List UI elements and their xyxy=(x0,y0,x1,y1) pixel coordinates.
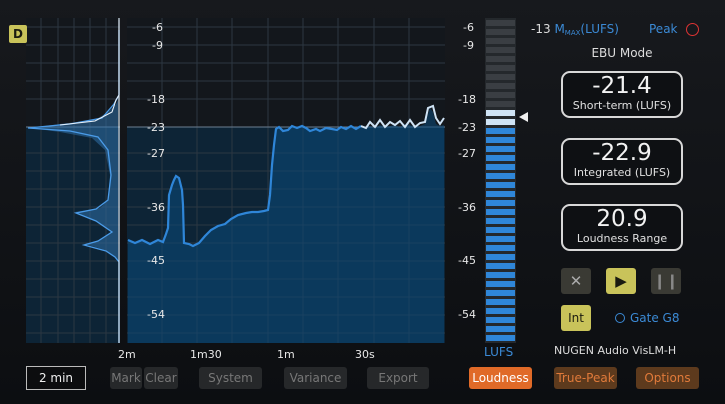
peak-indicator-icon[interactable] xyxy=(686,23,699,36)
scale-left-label: -54 xyxy=(147,308,165,321)
d-badge[interactable]: D xyxy=(9,25,27,43)
scale-right-label: -27 xyxy=(458,147,476,160)
scale-right-label: -9 xyxy=(463,39,474,52)
mode-label: EBU Mode xyxy=(591,46,653,60)
meter-unit-label: LUFS xyxy=(484,345,513,359)
scale-left-label: -45 xyxy=(147,254,165,267)
scale-left-label: -18 xyxy=(147,93,165,106)
scale-left-label: -9 xyxy=(152,39,163,52)
target-pointer-icon xyxy=(519,112,528,122)
integrated-value: -22.9 xyxy=(592,140,652,166)
time-label: 1m30 xyxy=(190,348,222,361)
range-readout: 20.9 Loudness Range xyxy=(561,204,683,251)
scale-left-label: -36 xyxy=(147,201,165,214)
stop-button[interactable]: ✕ xyxy=(561,268,591,294)
time-range-select[interactable]: 2 min xyxy=(26,366,86,390)
time-axis: 2m 1m30 1m 30s xyxy=(118,348,375,361)
export-button[interactable]: Export xyxy=(367,367,429,389)
meter-scale: -6 -9 -18 -23 -27 -36 -45 -54 xyxy=(458,21,476,321)
time-label: 1m xyxy=(277,348,295,361)
scale-right-label: -23 xyxy=(458,121,476,134)
range-caption: Loudness Range xyxy=(576,232,668,245)
short-term-caption: Short-term (LUFS) xyxy=(572,99,672,112)
options-tab[interactable]: Options xyxy=(636,367,699,389)
int-button[interactable]: Int xyxy=(561,305,591,331)
loudness-tab[interactable]: Loudness xyxy=(469,367,532,389)
scale-left-label: -23 xyxy=(147,121,165,134)
time-label: 30s xyxy=(355,348,375,361)
gate-label: Gate G8 xyxy=(630,311,680,325)
system-button[interactable]: System xyxy=(199,367,262,389)
brand-label: NUGEN Audio VisLM-H xyxy=(554,344,677,357)
gate-radio-icon[interactable] xyxy=(615,313,625,323)
true-peak-tab[interactable]: True-Peak xyxy=(554,367,617,389)
short-term-value: -21.4 xyxy=(592,73,652,99)
scale-right-label: -18 xyxy=(458,93,476,106)
mmax-readout: -13 MMAX(LUFS) xyxy=(531,22,619,37)
gate-toggle[interactable]: Gate G8 xyxy=(615,311,680,325)
range-value: 20.9 xyxy=(596,206,648,232)
integrated-readout: -22.9 Integrated (LUFS) xyxy=(561,138,683,185)
scale-left-label: -27 xyxy=(147,147,165,160)
mmax-value: -13 xyxy=(531,22,551,36)
mmax-label: MMAX(LUFS) xyxy=(554,22,619,37)
integrated-caption: Integrated (LUFS) xyxy=(573,166,671,179)
pause-button[interactable]: ❙❙ xyxy=(651,268,681,294)
peak-label: Peak xyxy=(649,22,678,36)
loudness-meter: LUFS xyxy=(484,18,528,359)
clear-button[interactable]: Clear xyxy=(144,367,178,389)
variance-button[interactable]: Variance xyxy=(284,367,347,389)
scale-right-label: -45 xyxy=(458,254,476,267)
play-button[interactable]: ▶ xyxy=(606,268,636,294)
short-term-readout: -21.4 Short-term (LUFS) xyxy=(561,71,683,118)
scale-right-label: -54 xyxy=(458,308,476,321)
mark-button[interactable]: Mark xyxy=(110,367,142,389)
scale-right-label: -6 xyxy=(463,21,474,34)
scale-right-label: -36 xyxy=(458,201,476,214)
scale-left-label: -6 xyxy=(152,21,163,34)
plugin-window: -6 -9 -18 -23 -27 -36 -45 -54 -6 -9 -18 … xyxy=(0,0,725,404)
time-label: 2m xyxy=(118,348,136,361)
